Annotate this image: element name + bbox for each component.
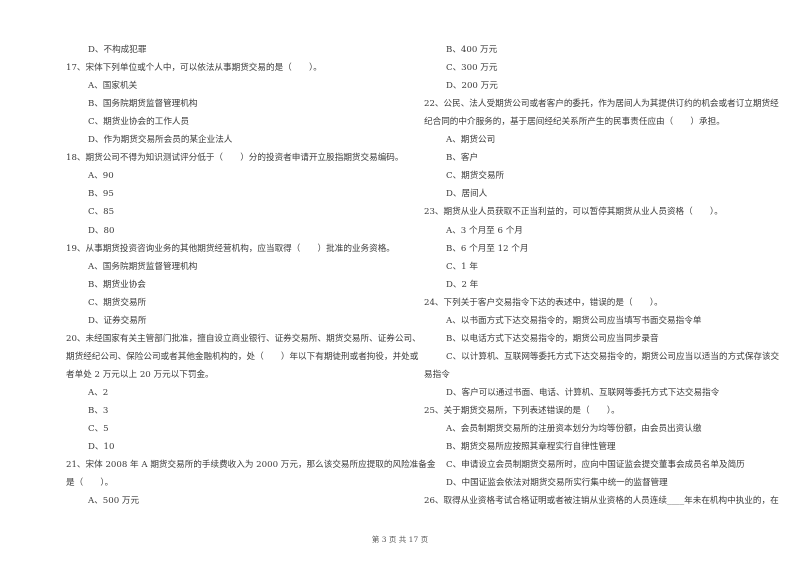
answer-option: D、200 万元	[446, 81, 498, 92]
answer-option: D、客户可以通过书面、电话、计算机、互联网等委托方式下达交易指令	[446, 387, 720, 398]
answer-option: B、国务院期货监督管理机构	[88, 99, 198, 110]
question-text: 24、下列关于客户交易指令下达的表述中，错误的是（ ）。	[424, 297, 663, 308]
question-text: 25、关于期货交易所，下列表述错误的是（ ）。	[424, 406, 620, 416]
answer-option: D、证券交易所	[88, 315, 147, 326]
question-text: 21、宋体 2008 年 A 期货交易所的手续费收入为 2000 万元，那么该交…	[66, 460, 436, 471]
answer-option: C、1 年	[446, 261, 478, 272]
question-text: 26、取得从业资格考试合格证明或者被注销从业资格的人员连续____年未在机构中执…	[424, 496, 779, 507]
answer-option: D、2 年	[446, 279, 479, 290]
answer-option: B、95	[88, 189, 114, 200]
answer-option: C、期货交易所	[446, 171, 505, 182]
question-text-continuation: 纪合同的中介服务的，基于居间经纪关系所产生的民事责任应由（ ）承担。	[424, 117, 725, 128]
question-text: 23、期货从业人员获取不正当利益的，可以暂停其期货从业人员资格（ ）。	[424, 207, 723, 218]
answer-option: A、2	[88, 387, 109, 398]
answer-option: A、90	[88, 171, 114, 182]
answer-option: A、会员制期货交易所的注册资本划分为均等份额，由会员出资认缴	[446, 424, 702, 435]
answer-option: C、以计算机、互联网等委托方式下达交易指令的，期货公司应当以适当的方式保存该交	[446, 351, 780, 362]
answer-option: D、居间人	[446, 189, 488, 200]
question-text: 22、公民、法人受期货公司或者客户的委托，作为居间人为其提供订约的机会或者订立期…	[424, 99, 779, 110]
question-text: 18、期货公司不得为知识测试评分低于（ ）分的投资者申请开立股指期货交易编码。	[66, 153, 404, 164]
answer-option: B、客户	[446, 153, 479, 164]
question-text: 17、宋体下列单位或个人中，可以依法从事期货交易的是（ ）。	[66, 63, 322, 74]
answer-option: D、作为期货交易所会员的某企业法人	[88, 135, 233, 146]
answer-option: A、期货公司	[446, 135, 496, 146]
answer-option: D、中国证监会依法对期货交易所实行集中统一的监督管理	[446, 478, 668, 489]
answer-option: C、5	[88, 424, 109, 435]
answer-option: B、期货业协会	[88, 279, 146, 290]
question-text-continuation: 是（ ）。	[66, 478, 114, 489]
page-footer: 第 3 页 共 17 页	[371, 535, 429, 544]
answer-option: B、期货交易所应按照其章程实行自律性管理	[446, 442, 616, 453]
question-text: 20、未经国家有关主管部门批准，擅自设立商业银行、证券交易所、期货交易所、证券公…	[66, 333, 421, 344]
question-text: 19、从事期货投资咨询业务的其他期货经营机构，应当取得（ ）批准的业务资格。	[66, 243, 395, 254]
answer-option: C、申请设立会员制期货交易所时，应向中国证监会提交董事会成员名单及简历	[446, 460, 745, 471]
answer-option: A、国家机关	[88, 81, 138, 92]
answer-option: C、期货业协会的工作人员	[88, 117, 190, 128]
answer-option: C、85	[88, 207, 115, 218]
question-text-continuation: 期货经纪公司、保险公司或者其他金融机构的，处（ ）年以下有期徒刑或者拘役，并处或	[66, 351, 419, 362]
answer-option: B、3	[88, 406, 109, 416]
answer-option: D、10	[88, 442, 115, 453]
answer-option: C、300 万元	[446, 63, 498, 74]
answer-option: B、6 个月至 12 个月	[446, 243, 529, 254]
question-text-continuation: 易指令	[424, 369, 450, 380]
answer-option: A、以书面方式下达交易指令的，期货公司应当填写书面交易指令单	[446, 315, 702, 326]
answer-option: B、以电话方式下达交易指令的，期货公司应当同步录音	[446, 333, 659, 344]
answer-option: A、3 个月至 6 个月	[446, 225, 523, 236]
answer-option: A、国务院期货监督管理机构	[88, 261, 198, 272]
answer-option: C、期货交易所	[88, 297, 147, 308]
answer-option: B、400 万元	[446, 45, 498, 55]
question-text-continuation: 者单处 2 万元以上 20 万元以下罚金。	[66, 369, 214, 380]
answer-option: D、80	[88, 225, 115, 236]
answer-option: A、500 万元	[88, 496, 140, 507]
answer-option: D、不构成犯罪	[88, 45, 147, 55]
